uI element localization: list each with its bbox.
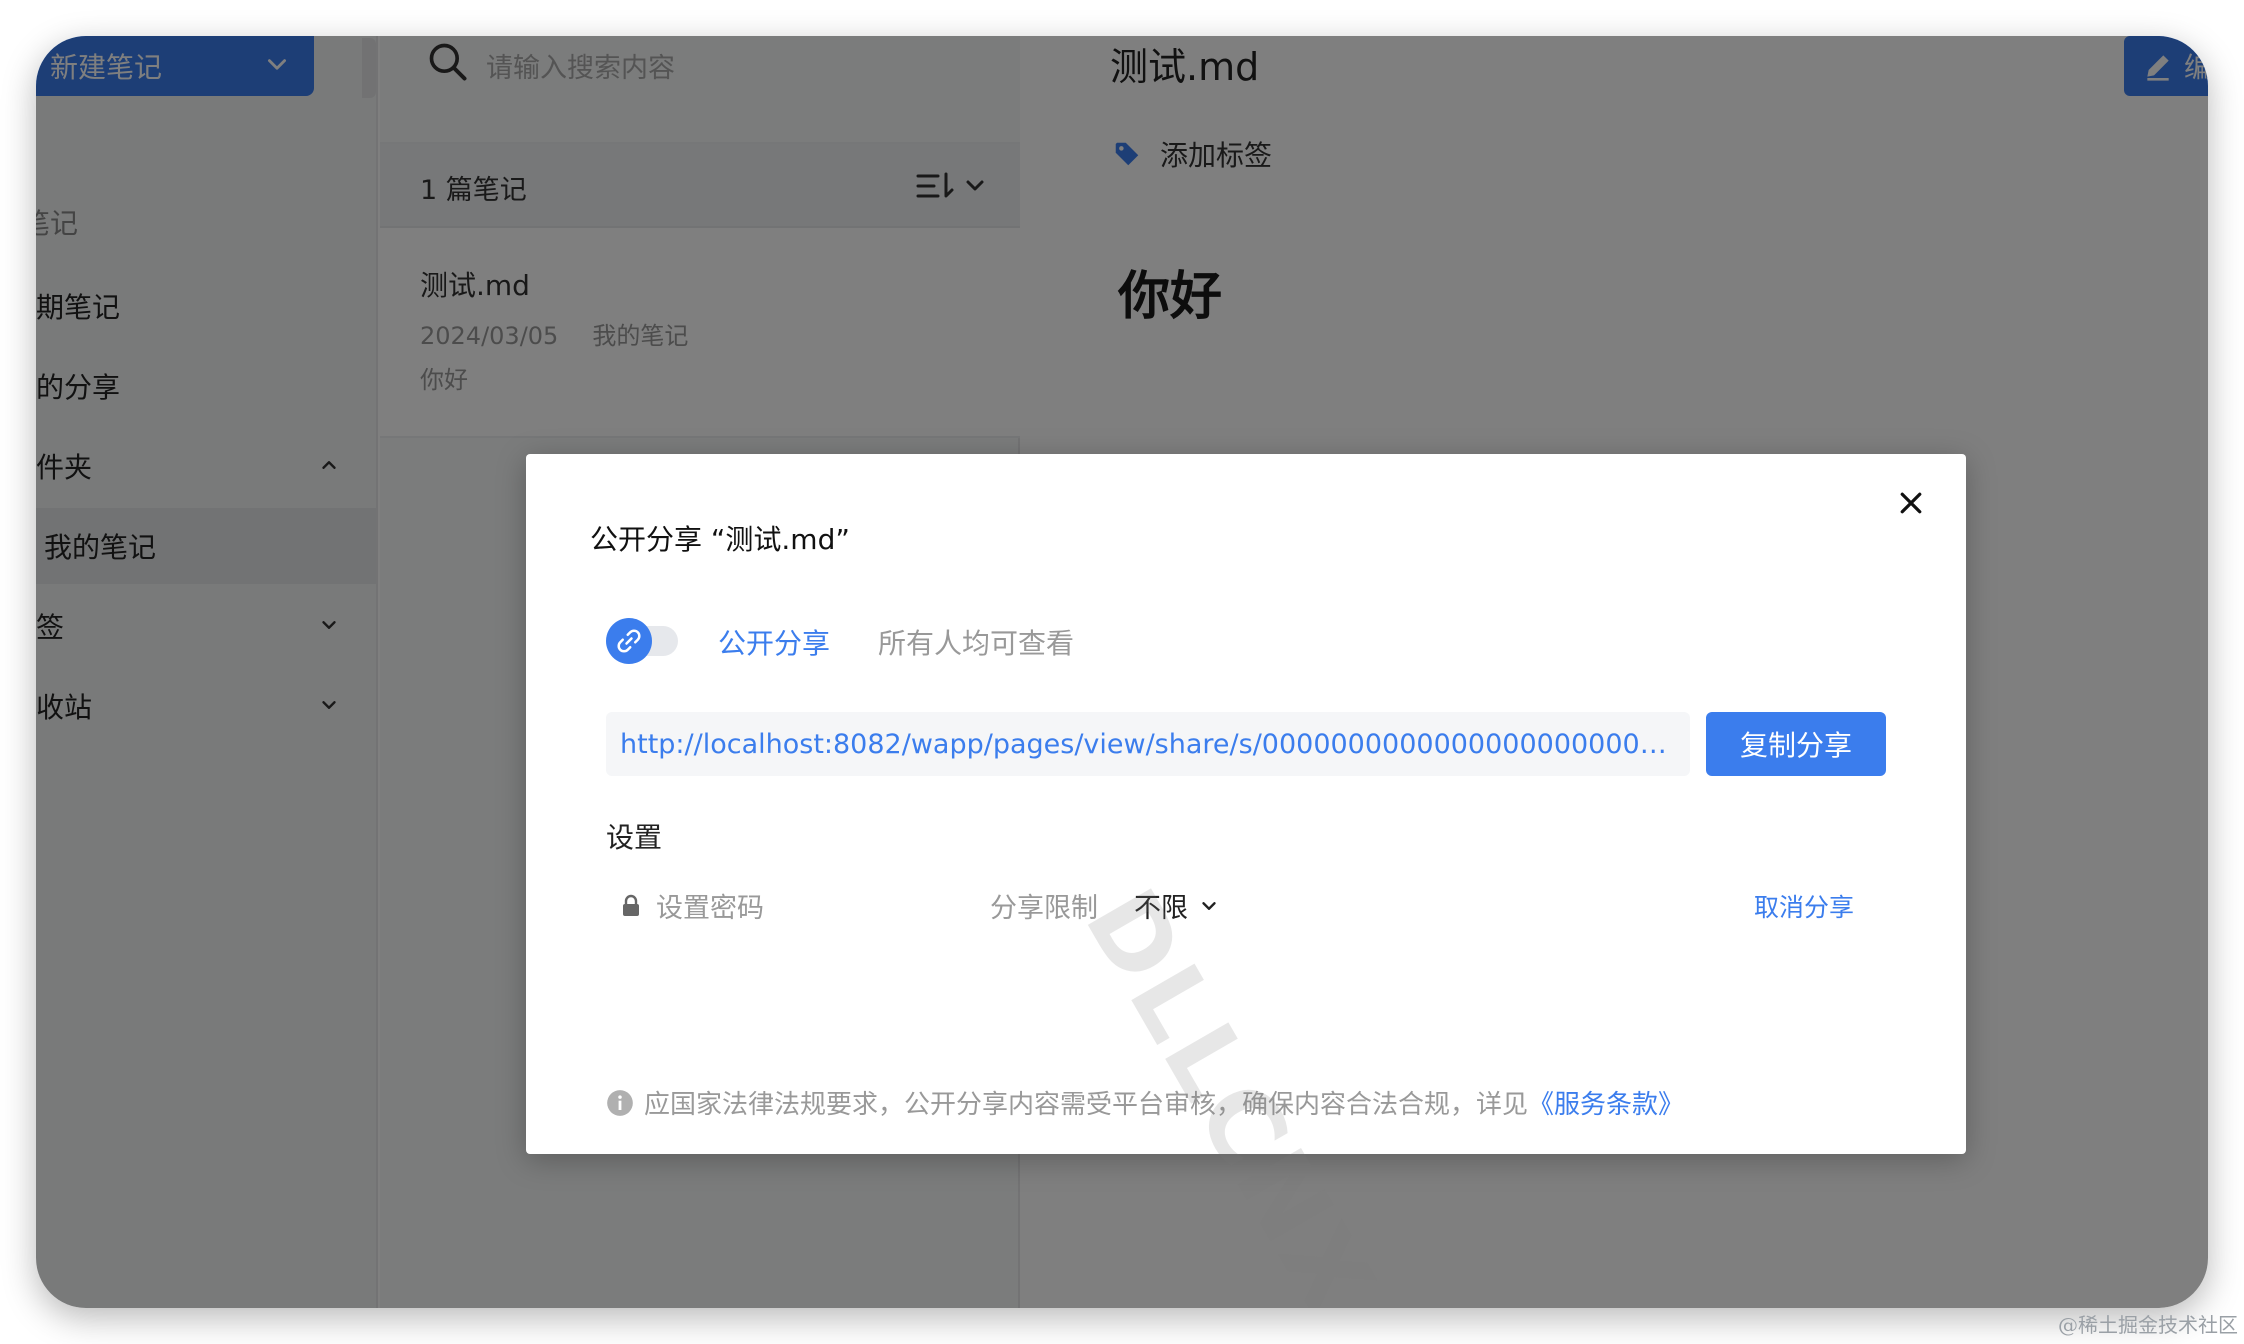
share-description: 所有人均可查看 [878, 627, 1075, 660]
lock-icon [623, 894, 639, 916]
toggle-knob [606, 618, 652, 664]
notice-text: 应国家法律法规要求，公开分享内容需受平台审核，确保内容合法合规，详见 [644, 1090, 1529, 1120]
copy-share-button[interactable]: 复制分享 [1706, 712, 1886, 776]
legal-notice: 应国家法律法规要求，公开分享内容需受平台审核，确保内容合法合规，详见 《服务条款》 [606, 1084, 1684, 1121]
public-share-label: 公开分享 [718, 627, 831, 660]
app-window: 新建笔记 笔记 近期笔记 我的分享 文件夹 我的笔记 标签 回收站 [36, 36, 2208, 1308]
share-url-text: http://localhost:8082/wapp/pages/view/sh… [620, 728, 1676, 760]
site-credit: @稀土掘金技术社区 [2058, 1313, 2238, 1337]
share-limit-label: 分享限制 [990, 893, 1098, 924]
dialog-title: 公开分享 “测试.md” [590, 523, 850, 556]
chevron-down-icon [1202, 901, 1216, 910]
set-password-label: 设置密码 [656, 893, 764, 924]
settings-heading: 设置 [606, 821, 663, 854]
terms-link[interactable]: 《服务条款》 [1528, 1084, 1684, 1121]
share-limit-value: 不限 [1134, 893, 1188, 924]
public-share-toggle[interactable] [606, 618, 678, 664]
set-password-button[interactable]: 设置密码 [620, 886, 764, 925]
share-url-field[interactable]: http://localhost:8082/wapp/pages/view/sh… [606, 712, 1690, 776]
link-icon [617, 629, 641, 653]
share-limit-select[interactable]: 不限 [1134, 886, 1220, 925]
info-icon [607, 1089, 633, 1116]
share-dialog: 公开分享 “测试.md” 公开分享 所有人均可查看 http://localho… [526, 454, 1966, 1308]
cancel-share-link[interactable]: 取消分享 [1754, 888, 1854, 924]
close-icon[interactable] [1896, 488, 1926, 518]
